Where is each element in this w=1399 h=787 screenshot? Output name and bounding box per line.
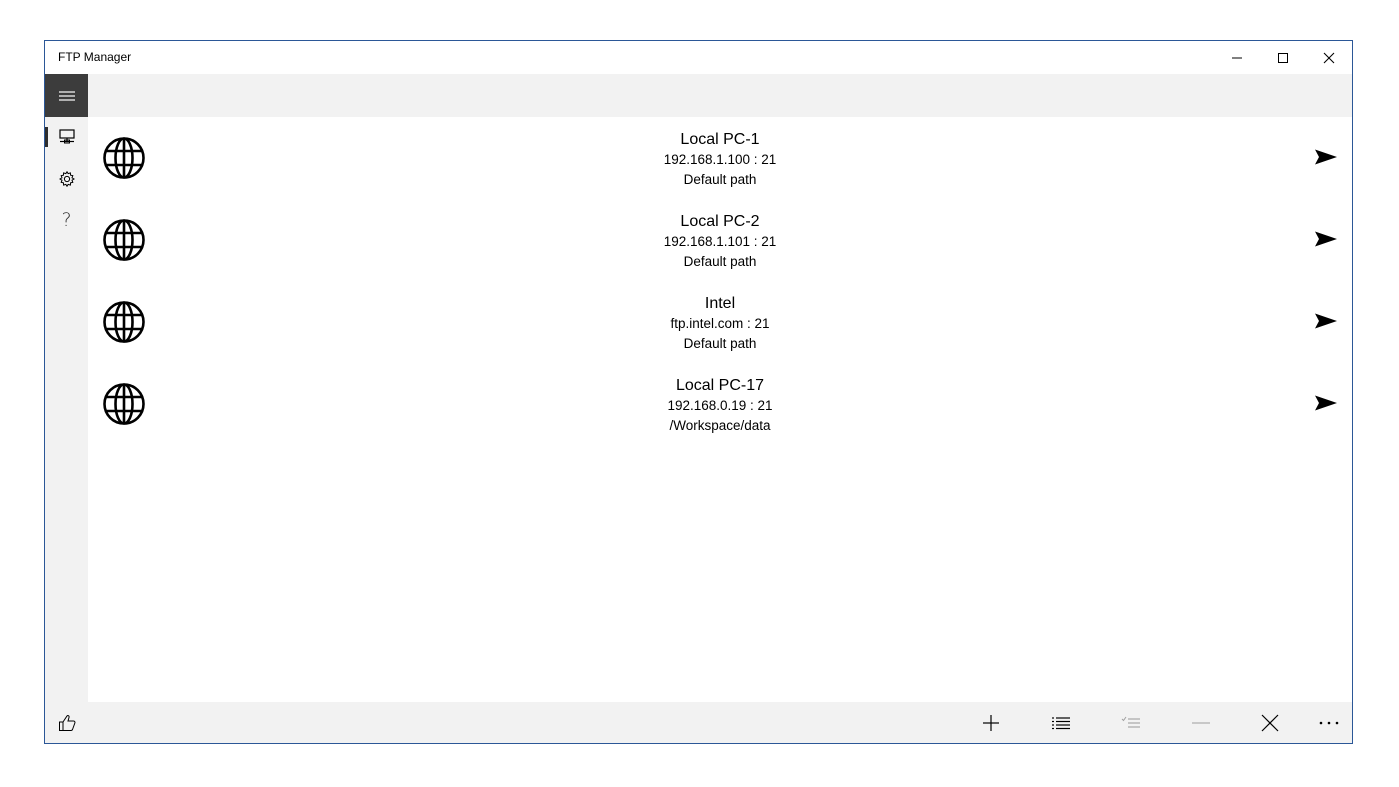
connection-item[interactable]: Local PC-1 192.168.1.100 : 21 Default pa… — [88, 117, 1352, 199]
connection-path: /Workspace/data — [669, 418, 771, 433]
command-bar — [88, 702, 1352, 743]
send-icon[interactable] — [1314, 312, 1338, 330]
gear-icon — [58, 170, 75, 188]
remove-button[interactable] — [1176, 702, 1226, 743]
connection-item[interactable]: Local PC-17 192.168.0.19 : 21 /Workspace… — [88, 363, 1352, 445]
connection-name: Intel — [704, 295, 736, 312]
hamburger-icon — [58, 90, 75, 101]
cancel-button[interactable] — [1245, 702, 1295, 743]
selection-indicator — [45, 127, 48, 147]
sidebar: ? — [45, 117, 88, 702]
send-icon[interactable] — [1314, 394, 1338, 412]
menu-button[interactable] — [45, 74, 88, 117]
connection-name: Local PC-2 — [680, 213, 760, 230]
connection-address: 192.168.1.101 : 21 — [663, 234, 777, 249]
network-pc-icon — [58, 129, 75, 144]
connection-item[interactable]: Local PC-2 192.168.1.101 : 21 Default pa… — [88, 199, 1352, 281]
connection-name: Local PC-17 — [675, 377, 765, 394]
send-icon[interactable] — [1314, 230, 1338, 248]
connection-path: Default path — [683, 172, 757, 187]
thumbs-up-icon — [58, 714, 75, 731]
connection-address: 192.168.1.100 : 21 — [663, 152, 777, 167]
sidebar-item-settings[interactable] — [45, 159, 88, 199]
list-icon — [1052, 716, 1070, 729]
add-icon — [983, 714, 999, 731]
connection-address: ftp.intel.com : 21 — [670, 316, 770, 331]
close-window-button[interactable] — [1306, 41, 1352, 74]
help-icon: ? — [61, 209, 72, 231]
minimize-icon — [1232, 57, 1242, 58]
select-list-icon — [1121, 716, 1140, 728]
list-view-button[interactable] — [1036, 702, 1086, 743]
title-bar: FTP Manager — [45, 41, 1352, 74]
connection-item[interactable]: Intel ftp.intel.com : 21 Default path — [88, 281, 1352, 363]
window-title: FTP Manager — [58, 50, 132, 64]
feedback-button[interactable] — [45, 702, 88, 743]
app-window: FTP Manager ? Local PC-1 192.168.1.100:… — [44, 40, 1353, 744]
minimize-button[interactable] — [1214, 41, 1260, 74]
connection-path: Default path — [683, 336, 757, 351]
connection-path: Default path — [683, 254, 757, 269]
remove-icon — [1192, 721, 1210, 724]
top-bar — [88, 74, 1352, 117]
send-icon[interactable] — [1314, 148, 1338, 166]
select-button[interactable] — [1106, 702, 1156, 743]
more-button[interactable] — [1304, 702, 1354, 743]
connection-name: Local PC-1 — [680, 131, 760, 148]
maximize-button[interactable] — [1260, 41, 1306, 74]
add-button[interactable] — [966, 702, 1016, 743]
sidebar-item-help[interactable]: ? — [45, 200, 88, 240]
maximize-icon — [1278, 52, 1288, 63]
connection-list: Local PC-1 192.168.1.100 : 21 Default pa… — [88, 117, 1352, 702]
more-icon — [1319, 721, 1339, 724]
close-icon — [1323, 52, 1335, 63]
sidebar-item-connections[interactable] — [45, 117, 88, 157]
connection-address: 192.168.0.19 : 21 — [667, 398, 773, 413]
close-icon — [1261, 714, 1279, 731]
